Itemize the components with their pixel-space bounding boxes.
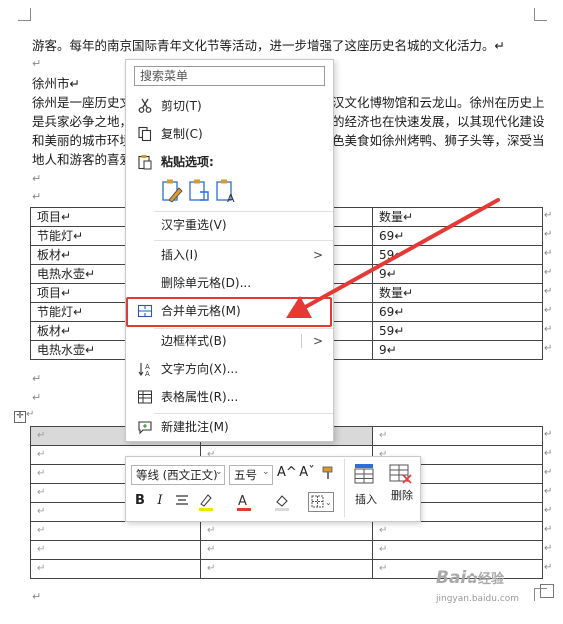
watermark-url: jingyan.baidu.com: [436, 594, 520, 604]
font-color-icon[interactable]: A: [234, 491, 256, 513]
mini-toolbar: 等线 (西文正文) ⌄ 五号 ⌄ A^ Aˇ B I A ⌄ 插入 删除: [125, 456, 421, 522]
chevron-down-icon: ⌄: [262, 467, 270, 477]
row-end-mark: ↵: [544, 485, 553, 497]
svg-text:A: A: [238, 494, 247, 509]
row-end-mark: ↵: [544, 304, 553, 316]
grow-font-button[interactable]: A^: [277, 463, 297, 483]
align-center-icon[interactable]: [174, 494, 190, 508]
watermark-brand: Bai✿经验: [436, 568, 504, 588]
row-end-mark: ↵: [544, 542, 553, 554]
row-end-mark: ↵: [544, 285, 553, 297]
font-size-value: 五号: [234, 468, 257, 482]
shading-icon[interactable]: [272, 491, 294, 513]
row-end-mark: ↵: [544, 523, 553, 535]
row-end-mark: ↵: [544, 247, 553, 259]
toolbar-separator: [344, 459, 345, 517]
paw-icon: ✿: [466, 571, 478, 587]
row-end-mark: ↵: [544, 466, 553, 478]
font-name-value: 等线 (西文正文): [136, 468, 218, 482]
shrink-font-button[interactable]: Aˇ: [298, 463, 316, 483]
borders-icon: ⌄: [311, 495, 332, 508]
row-end-mark: ↵: [544, 266, 553, 278]
row-end-mark: ↵: [544, 428, 553, 440]
row-end-mark: ↵: [544, 228, 553, 240]
insert-label: 插入: [355, 493, 377, 506]
table-insert-icon: [354, 464, 374, 484]
row-end-mark: ↵: [544, 447, 553, 459]
row-end-mark: ↵: [544, 209, 553, 221]
borders-button[interactable]: ⌄: [308, 492, 334, 512]
table-delete-icon: [389, 464, 412, 484]
highlight-color-icon[interactable]: [196, 491, 218, 513]
row-end-mark: ↵: [544, 342, 553, 354]
delete-label: 删除: [391, 489, 413, 502]
row-end-mark: ↵: [544, 323, 553, 335]
watermark-brand-text: Bai: [436, 568, 467, 588]
row-end-mark: ↵: [544, 504, 553, 516]
svg-text:⌄: ⌄: [325, 498, 332, 507]
chevron-down-icon: ⌄: [215, 467, 223, 477]
watermark-brand2-text: 经验: [478, 572, 505, 587]
italic-button[interactable]: I: [152, 491, 168, 511]
bold-button[interactable]: B: [132, 491, 148, 511]
row-end-mark: ↵: [544, 561, 553, 573]
insert-button[interactable]: 插入: [350, 461, 382, 517]
delete-button[interactable]: 删除: [386, 461, 418, 517]
resize-handle[interactable]: [540, 584, 554, 598]
format-painter-icon[interactable]: [320, 465, 336, 481]
annotation-arrow: [286, 198, 500, 318]
font-name-select[interactable]: 等线 (西文正文): [131, 465, 225, 485]
